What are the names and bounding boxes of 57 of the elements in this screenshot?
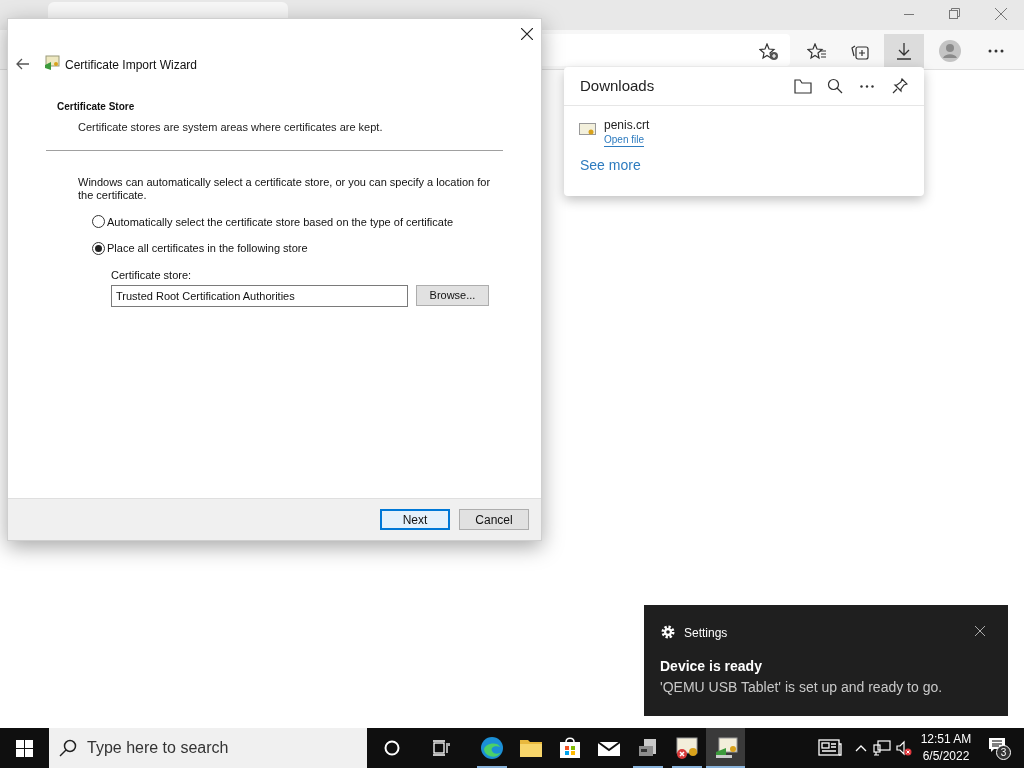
- taskbar-app-button[interactable]: [706, 728, 745, 768]
- clock-date[interactable]: 6/5/2022: [922, 748, 970, 765]
- volume-muted-icon[interactable]: [896, 740, 912, 756]
- edge-browser-icon: [479, 736, 504, 760]
- clock-time[interactable]: 12:51 AM: [920, 731, 972, 748]
- instruction-text: Windows can automatically select a certificate store, or you can specify a location for the certificate.: [78, 175, 492, 202]
- certificate-store-field[interactable]: Trusted Root Certification Authorities: [111, 285, 408, 307]
- more-icon[interactable]: [860, 84, 874, 88]
- profile-avatar-icon[interactable]: [939, 40, 961, 62]
- task-view-icon[interactable]: [432, 740, 450, 756]
- radio-label[interactable]: Automatically select the certificate store based on the type of certificate: [107, 213, 454, 230]
- radio-button[interactable]: [92, 241, 105, 255]
- search-icon[interactable]: [827, 78, 843, 94]
- pin-icon[interactable]: [892, 78, 908, 94]
- certificate-file-icon: [579, 123, 596, 137]
- favorites-icon[interactable]: [807, 43, 827, 60]
- notification-count-badge: 3: [996, 745, 1011, 760]
- windows-start-icon[interactable]: [16, 739, 33, 757]
- search-placeholder: Type here to search: [87, 738, 229, 758]
- search-icon: [59, 739, 77, 757]
- restore-icon[interactable]: [949, 8, 960, 19]
- gear-icon: [661, 625, 675, 639]
- toast-message: 'QEMU USB Tablet' is set up and ready to go.: [660, 678, 943, 697]
- close-icon[interactable]: [521, 28, 533, 40]
- field-label: Certificate store:: [111, 267, 192, 283]
- more-icon[interactable]: [988, 49, 1004, 53]
- cancel-button[interactable]: Cancel: [459, 509, 529, 530]
- network-icon[interactable]: [873, 740, 891, 756]
- toast-title: Device is ready: [660, 657, 762, 676]
- chevron-up-icon[interactable]: [855, 744, 867, 752]
- taskbar-search-field[interactable]: Type here to search: [49, 728, 367, 768]
- section-title: Certificate Store: [57, 100, 136, 114]
- news-icon[interactable]: [818, 739, 842, 757]
- add-favorite-icon[interactable]: [759, 43, 779, 61]
- certificate-import-icon: [713, 736, 738, 760]
- open-file-link[interactable]: Open file: [604, 134, 645, 147]
- close-icon[interactable]: [975, 626, 985, 636]
- download-icon: [897, 42, 911, 60]
- panel-title: Downloads: [580, 75, 655, 96]
- see-more-link[interactable]: See more: [580, 155, 641, 176]
- folder-icon[interactable]: [794, 78, 812, 94]
- certificate-error-icon: [674, 736, 699, 760]
- downloads-button[interactable]: [884, 34, 924, 68]
- next-button[interactable]: Next: [380, 509, 450, 530]
- minimize-icon[interactable]: [904, 14, 914, 16]
- cortana-icon[interactable]: [384, 740, 400, 756]
- store-bag-icon: [557, 736, 582, 760]
- browse-button[interactable]: Browse...: [416, 285, 489, 306]
- file-name[interactable]: penis.crt: [604, 116, 650, 134]
- app-name: Settings: [684, 625, 728, 642]
- radio-button[interactable]: [92, 215, 105, 229]
- back-arrow-icon[interactable]: [16, 58, 30, 70]
- section-description: Certificate stores are system areas where certificates are kept.: [78, 120, 384, 135]
- radio-label[interactable]: Place all certificates in the following store: [107, 240, 308, 257]
- certificate-icon: [44, 55, 60, 71]
- notification-button[interactable]: 3: [988, 737, 1010, 759]
- dialog-title: Certificate Import Wizard: [65, 57, 198, 74]
